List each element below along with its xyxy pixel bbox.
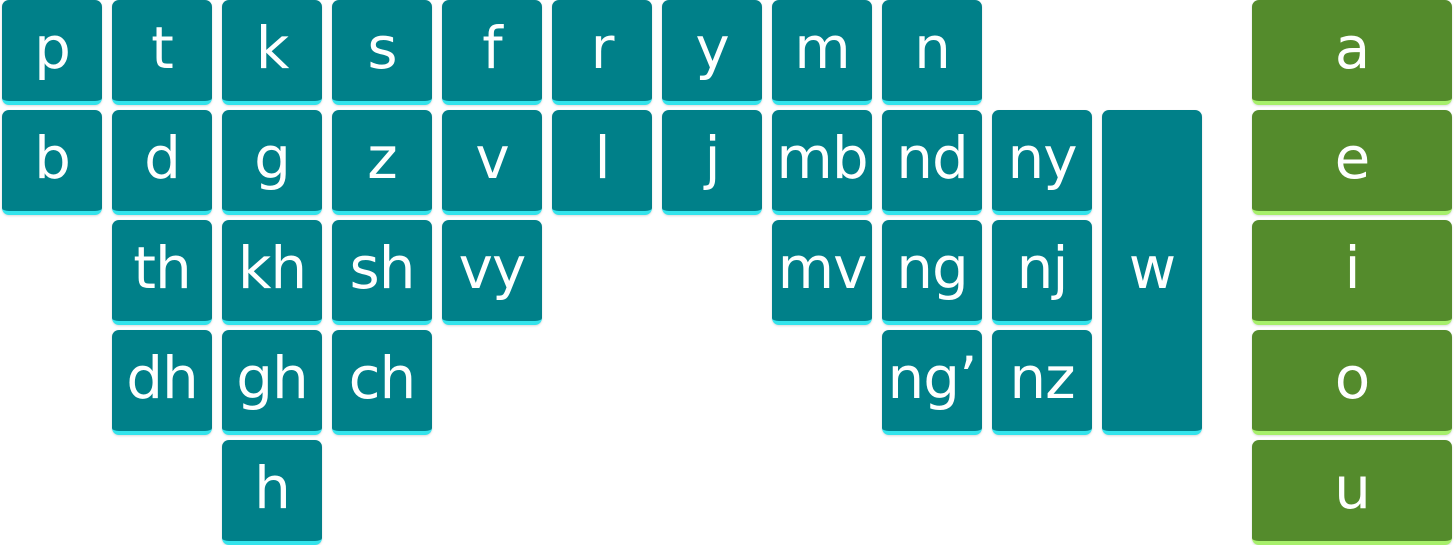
vowel-label: u <box>1334 453 1371 522</box>
consonant-label: gh <box>236 343 309 412</box>
consonant-label: s <box>367 13 397 82</box>
consonant-label: nd <box>896 123 969 192</box>
consonant-label: h <box>254 453 291 522</box>
consonant-label: t <box>151 13 174 82</box>
consonant-label: v <box>475 123 509 192</box>
consonant-tile-m[interactable]: m <box>772 0 872 105</box>
consonant-label: ch <box>348 343 417 412</box>
consonant-tile-nz[interactable]: nz <box>992 330 1092 435</box>
consonant-tile-y[interactable]: y <box>662 0 762 105</box>
consonant-tile-b[interactable]: b <box>2 110 102 215</box>
consonant-tile-g[interactable]: g <box>222 110 322 215</box>
consonant-label: n <box>914 13 951 82</box>
consonant-tile-mb[interactable]: mb <box>772 110 872 215</box>
vowel-tile-u[interactable]: u <box>1252 440 1452 545</box>
consonant-tile-k[interactable]: k <box>222 0 322 105</box>
consonant-tile-t[interactable]: t <box>112 0 212 105</box>
consonant-label: mb <box>776 123 868 192</box>
consonant-label: ng’ <box>887 343 977 412</box>
consonant-label: b <box>34 123 71 192</box>
consonant-tile-h[interactable]: h <box>222 440 322 545</box>
consonant-label: z <box>367 123 397 192</box>
consonant-tile-z[interactable]: z <box>332 110 432 215</box>
consonant-label: r <box>590 13 615 82</box>
consonant-label: w <box>1128 233 1176 302</box>
consonant-tile-f[interactable]: f <box>442 0 542 105</box>
consonant-tile-th[interactable]: th <box>112 220 212 325</box>
consonant-tile-j[interactable]: j <box>662 110 762 215</box>
consonant-label: p <box>34 13 71 82</box>
consonant-label: dh <box>126 343 199 412</box>
consonant-tile-dh[interactable]: dh <box>112 330 212 435</box>
vowel-label: i <box>1344 233 1360 302</box>
consonant-tile-r[interactable]: r <box>552 0 652 105</box>
vowel-label: e <box>1334 123 1371 192</box>
consonant-label: ny <box>1007 123 1077 192</box>
consonant-label: nz <box>1009 343 1075 412</box>
consonant-tile-l[interactable]: l <box>552 110 652 215</box>
consonant-tile-ng-apostrophe[interactable]: ng’ <box>882 330 982 435</box>
consonant-label: mv <box>777 233 868 302</box>
consonant-tile-ny[interactable]: ny <box>992 110 1092 215</box>
vowel-tile-o[interactable]: o <box>1252 330 1452 435</box>
consonant-tile-ng[interactable]: ng <box>882 220 982 325</box>
consonant-tile-v[interactable]: v <box>442 110 542 215</box>
vowel-label: a <box>1334 13 1371 82</box>
consonant-tile-vy[interactable]: vy <box>442 220 542 325</box>
consonant-label: j <box>704 123 720 192</box>
consonant-tile-p[interactable]: p <box>2 0 102 105</box>
consonant-label: k <box>255 13 290 82</box>
consonant-tile-d[interactable]: d <box>112 110 212 215</box>
consonant-tile-sh[interactable]: sh <box>332 220 432 325</box>
consonant-tile-nj[interactable]: nj <box>992 220 1092 325</box>
consonant-label: m <box>794 13 850 82</box>
consonant-label: f <box>482 13 502 82</box>
vowel-tile-i[interactable]: i <box>1252 220 1452 325</box>
consonant-label: sh <box>349 233 416 302</box>
consonant-label: kh <box>237 233 307 302</box>
vowel-label: o <box>1334 343 1370 412</box>
consonant-tile-w[interactable]: w <box>1102 110 1202 435</box>
consonant-tile-s[interactable]: s <box>332 0 432 105</box>
consonant-tile-nd[interactable]: nd <box>882 110 982 215</box>
vowel-tile-e[interactable]: e <box>1252 110 1452 215</box>
consonant-label: d <box>144 123 181 192</box>
consonant-tile-kh[interactable]: kh <box>222 220 322 325</box>
consonant-label: vy <box>458 233 527 302</box>
consonant-label: th <box>133 233 192 302</box>
consonant-tile-n[interactable]: n <box>882 0 982 105</box>
consonant-label: l <box>594 123 610 192</box>
consonant-tile-gh[interactable]: gh <box>222 330 322 435</box>
consonant-label: nj <box>1016 233 1069 302</box>
consonant-label: ng <box>896 233 969 302</box>
consonant-tile-mv[interactable]: mv <box>772 220 872 325</box>
consonant-label: g <box>254 123 291 192</box>
consonant-label: y <box>695 13 729 82</box>
vowel-tile-a[interactable]: a <box>1252 0 1452 105</box>
consonant-tile-ch[interactable]: ch <box>332 330 432 435</box>
